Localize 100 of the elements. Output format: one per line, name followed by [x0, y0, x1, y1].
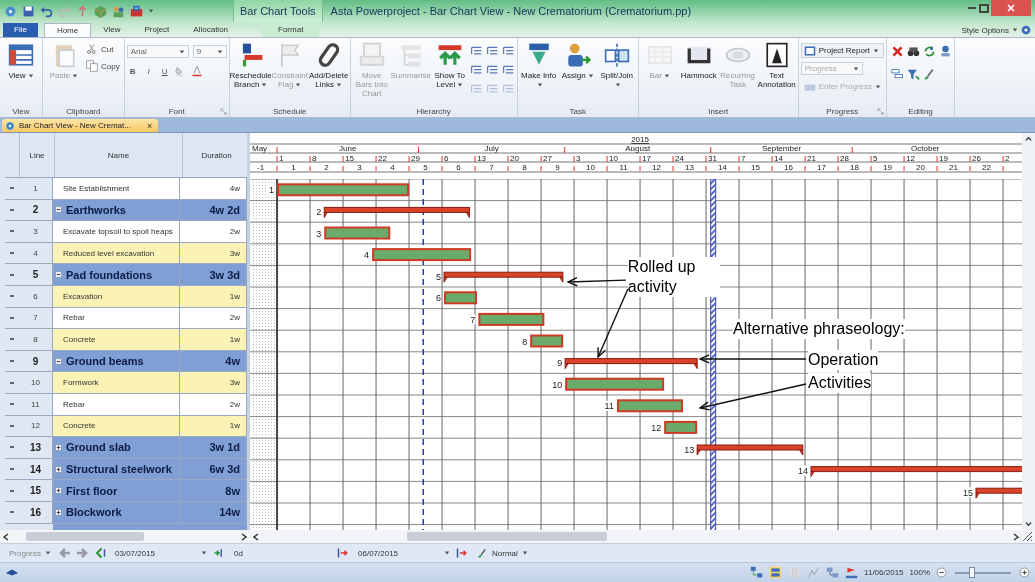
column-header[interactable]: Line — [20, 133, 55, 177]
save-icon[interactable] — [22, 4, 35, 18]
row-handle-icon[interactable] — [10, 360, 14, 363]
format-button[interactable]: U — [158, 66, 171, 76]
row-handle-icon[interactable] — [10, 468, 14, 470]
network-icon[interactable] — [750, 566, 764, 579]
cross-icon[interactable] — [891, 45, 905, 58]
zoom-in-icon[interactable] — [1019, 567, 1030, 578]
ribbon-button[interactable]: Add/Delete Links — [309, 41, 348, 90]
expand-icon[interactable] — [55, 487, 62, 495]
scroll-left-icon[interactable] — [3, 532, 9, 541]
close-icon[interactable] — [991, 0, 1031, 16]
ribbon-button[interactable]: Make Info — [519, 41, 558, 90]
ribbon-button[interactable]: Assign — [558, 41, 597, 81]
ribbon-tab[interactable]: File — [3, 23, 38, 37]
app-icon[interactable] — [4, 4, 17, 18]
zoom-out-icon[interactable] — [936, 567, 947, 578]
row-handle-icon[interactable] — [10, 187, 14, 190]
caret-icon[interactable] — [178, 48, 185, 55]
row-handle-icon[interactable] — [10, 208, 14, 211]
scrollbar-thumb[interactable] — [407, 532, 607, 541]
ribbon-button[interactable]: Text Annotation — [757, 41, 796, 90]
outline-icon[interactable] — [501, 64, 515, 77]
filter-icon[interactable] — [907, 68, 921, 81]
row-handle-icon[interactable] — [10, 295, 14, 298]
row-handle-icon[interactable] — [10, 252, 14, 255]
ribbon-button[interactable]: Cut — [84, 42, 122, 56]
ribbon-tab[interactable]: Format — [262, 23, 320, 37]
outline-icon[interactable] — [501, 45, 515, 58]
outline-icon[interactable] — [469, 64, 483, 77]
caret-icon[interactable] — [852, 65, 859, 72]
row-handle-icon[interactable] — [10, 338, 14, 341]
binoculars-icon[interactable] — [907, 45, 921, 58]
minimize-icon[interactable] — [967, 6, 977, 10]
scroll-right-icon[interactable] — [1013, 532, 1019, 541]
row-handle-icon[interactable] — [10, 424, 14, 427]
ribbon-tab[interactable]: View — [91, 23, 133, 37]
caret-icon[interactable] — [201, 550, 207, 556]
rows-icon[interactable] — [891, 68, 905, 81]
ribbon-button[interactable]: Show To Level — [430, 41, 469, 90]
row-handle-icon[interactable] — [10, 230, 14, 233]
duration-field[interactable]: 0d — [231, 546, 331, 560]
slider-thumb[interactable] — [968, 566, 975, 578]
caret-icon[interactable] — [521, 550, 528, 556]
format-button[interactable]: I — [142, 66, 155, 76]
scroll-up-icon[interactable] — [1024, 135, 1033, 144]
outline-icon[interactable] — [485, 45, 499, 58]
ribbon-tab[interactable]: Allocation — [181, 23, 241, 37]
font-size-field[interactable]: 9 — [192, 45, 227, 58]
layout-icon[interactable] — [769, 566, 783, 579]
flag-tray-icon[interactable] — [845, 566, 859, 579]
row-handle-icon[interactable] — [10, 446, 14, 449]
restore-icon[interactable] — [979, 3, 989, 13]
undo-icon[interactable] — [40, 4, 53, 18]
row-handle-icon[interactable] — [10, 381, 14, 384]
font-color-icon[interactable] — [190, 65, 203, 77]
toolbox-icon[interactable] — [130, 4, 143, 18]
ribbon-button[interactable]: Split/Join — [597, 41, 636, 90]
caret-icon[interactable] — [1012, 27, 1018, 33]
report-button[interactable]: Project Report — [800, 43, 885, 58]
document-tab[interactable]: Bar Chart View - New Cremat... × — [2, 119, 159, 132]
scroll-left-icon[interactable] — [253, 532, 259, 541]
ribbon-button[interactable]: Copy — [84, 59, 122, 73]
collapse-icon[interactable] — [55, 206, 62, 214]
row-handle-icon[interactable] — [10, 403, 14, 406]
expand-icon[interactable] — [55, 508, 62, 516]
scroll-right-icon[interactable] — [241, 532, 247, 541]
style-dropdown[interactable]: Normal — [474, 546, 574, 560]
collapse-icon[interactable] — [55, 271, 62, 279]
outline-icon[interactable] — [485, 64, 499, 77]
finish-icon[interactable] — [336, 547, 350, 559]
scrollbar-thumb[interactable] — [26, 532, 144, 541]
resize-grip-icon[interactable] — [1022, 531, 1033, 542]
ribbon-tab[interactable]: Home — [43, 23, 92, 37]
column-header[interactable]: Name — [55, 133, 183, 177]
ribbon-button[interactable]: View — [2, 41, 40, 81]
help-icon[interactable] — [1021, 25, 1031, 35]
caret-icon[interactable] — [444, 550, 450, 556]
close-button[interactable]: × — [146, 120, 153, 131]
outline-icon[interactable] — [469, 45, 483, 58]
scroll-down-icon[interactable] — [1024, 519, 1033, 528]
refresh-icon[interactable] — [923, 45, 937, 58]
font-name-field[interactable]: Arial — [126, 45, 189, 58]
date-field[interactable]: 06/07/2015 — [355, 546, 439, 560]
row-handle-icon[interactable] — [10, 273, 14, 276]
row-handle-icon[interactable] — [10, 511, 14, 514]
row-handle-icon[interactable] — [10, 489, 14, 492]
ribbon-tab[interactable]: Project — [132, 23, 182, 37]
row-handle-icon[interactable] — [10, 316, 14, 319]
expand-icon[interactable] — [55, 443, 62, 451]
date-field[interactable]: 03/07/2015 — [112, 546, 196, 560]
style-options-menu[interactable]: Style Options — [961, 23, 1035, 37]
caret-icon[interactable] — [148, 8, 154, 14]
progress-start-icon[interactable] — [93, 547, 107, 559]
finish-icon[interactable] — [455, 547, 469, 559]
format-button[interactable]: B — [126, 66, 139, 76]
expand-icon[interactable] — [55, 465, 62, 473]
collapse-icon[interactable] — [55, 357, 62, 365]
ribbon-button[interactable]: Hammock — [679, 41, 718, 81]
caret-icon[interactable] — [216, 48, 223, 55]
